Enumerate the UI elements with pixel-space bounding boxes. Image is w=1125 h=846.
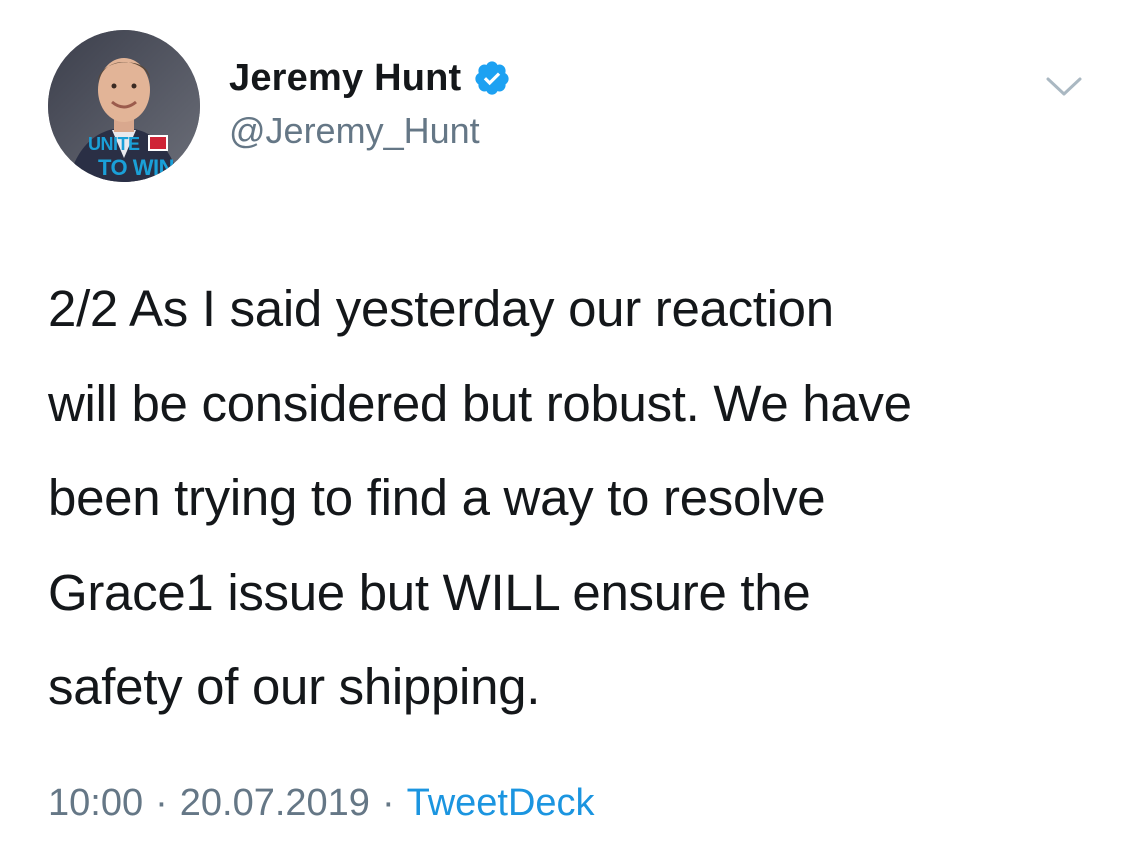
- tweet-text: 2/2 As I said yesterday our reaction wil…: [48, 280, 912, 715]
- tweet-date[interactable]: 20.07.2019: [180, 782, 370, 825]
- tweet-source-link[interactable]: TweetDeck: [407, 782, 595, 825]
- verified-badge-icon: [473, 59, 511, 97]
- tweet-time[interactable]: 10:00: [48, 782, 143, 825]
- meta-separator: ·: [381, 782, 395, 824]
- chevron-down-icon[interactable]: [1044, 72, 1084, 102]
- meta-separator: ·: [155, 782, 168, 824]
- tweet-card: UNITE TO WIN Jeremy Hunt @Jeremy_Hunt 2/…: [0, 0, 1125, 846]
- avatar-badge-line1: UNITE: [88, 134, 140, 154]
- tweet-metadata: 10:00 · 20.07.2019 · TweetDeck: [48, 782, 595, 825]
- author-display-name[interactable]: Jeremy Hunt: [229, 57, 461, 100]
- avatar[interactable]: UNITE TO WIN: [48, 30, 200, 182]
- avatar-badge-flag-icon: [148, 135, 168, 151]
- author-name-row: Jeremy Hunt: [229, 56, 511, 100]
- author-handle[interactable]: @Jeremy_Hunt: [229, 110, 480, 152]
- avatar-badge-line2: TO WIN: [98, 155, 175, 180]
